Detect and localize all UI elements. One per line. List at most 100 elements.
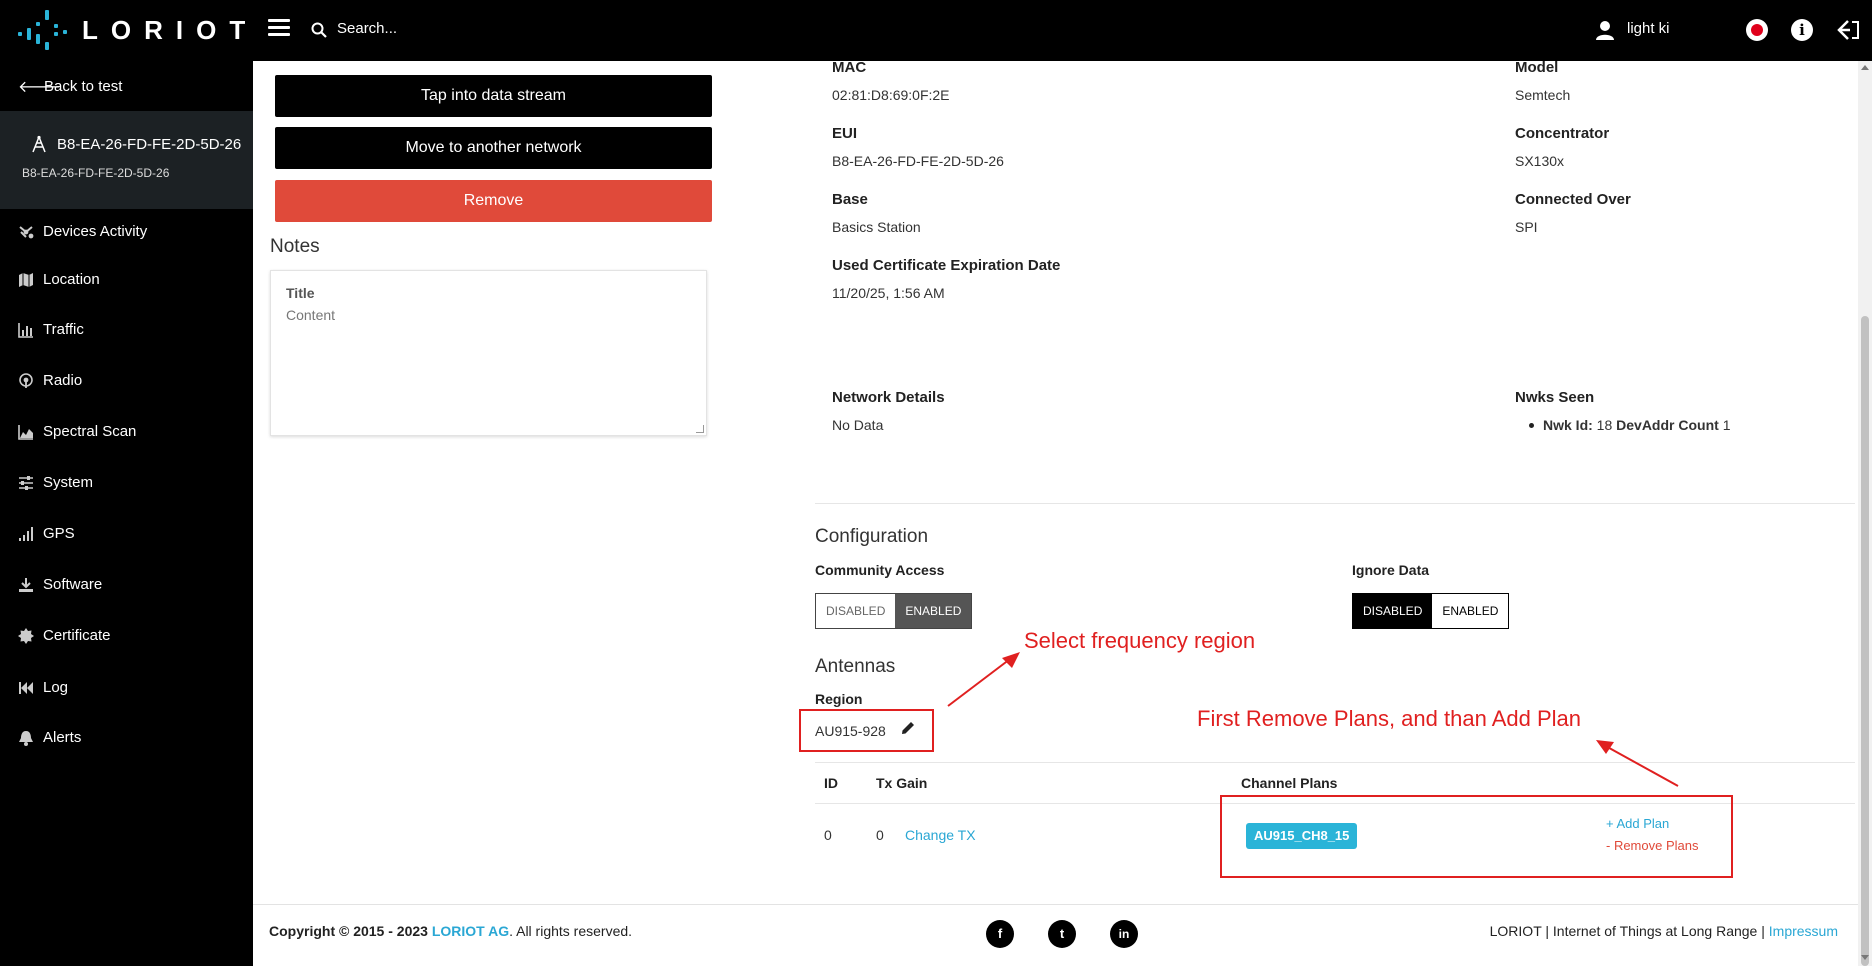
antenna-tx-gain: 0 bbox=[876, 827, 884, 843]
signal-icon bbox=[19, 526, 33, 541]
sidebar: 🡐 Back to test B8-EA-26-FD-FE-2D-5D-26 B… bbox=[0, 61, 253, 966]
remove-button[interactable]: Remove bbox=[275, 180, 712, 222]
logo-text: LORIOT bbox=[82, 14, 259, 45]
bell-icon bbox=[19, 730, 33, 746]
sidebar-item-label: Alerts bbox=[43, 729, 82, 746]
table-top-border bbox=[815, 762, 1855, 763]
configuration-heading: Configuration bbox=[815, 526, 929, 547]
sidebar-item-software[interactable]: Software bbox=[18, 576, 102, 593]
info-icon[interactable]: i bbox=[1791, 19, 1813, 41]
sidebar-item-label: System bbox=[43, 474, 94, 491]
change-tx-link[interactable]: Change TX bbox=[905, 827, 976, 843]
sidebar-item-radio[interactable]: Radio bbox=[18, 372, 82, 389]
mac-value: 02:81:D8:69:0F:2E bbox=[832, 87, 950, 103]
nwk-id-value: 18 bbox=[1596, 417, 1613, 433]
sidebar-item-label: Devices Activity bbox=[43, 223, 148, 240]
community-access-label: Community Access bbox=[815, 562, 945, 578]
scroll-up-icon[interactable] bbox=[1861, 65, 1869, 70]
area-chart-icon bbox=[18, 424, 33, 440]
sidebar-item-label: Location bbox=[43, 271, 100, 288]
concentrator-label: Concentrator bbox=[1515, 125, 1610, 142]
devices-icon bbox=[19, 225, 34, 238]
cert-expiration-value: 11/20/25, 1:56 AM bbox=[832, 285, 945, 301]
antenna-id: 0 bbox=[824, 827, 832, 843]
bullet-icon bbox=[1529, 423, 1534, 428]
tap-data-stream-button[interactable]: Tap into data stream bbox=[275, 75, 712, 117]
gateway-subtitle: B8-EA-26-FD-FE-2D-5D-26 bbox=[22, 166, 170, 180]
base-label: Base bbox=[832, 191, 868, 208]
footer-right: LORIOT | Internet of Things at Long Rang… bbox=[1490, 923, 1838, 939]
column-header-id: ID bbox=[824, 775, 838, 791]
region-annotation-box bbox=[799, 709, 934, 752]
mac-label: MAC bbox=[832, 59, 867, 76]
scrollbar[interactable] bbox=[1858, 61, 1872, 966]
ignore-disabled-option[interactable]: DISABLED bbox=[1353, 594, 1433, 628]
record-icon[interactable] bbox=[1746, 19, 1768, 41]
column-header-channel-plans: Channel Plans bbox=[1241, 775, 1338, 791]
scroll-down-icon[interactable] bbox=[1861, 955, 1869, 960]
gateway-title: B8-EA-26-FD-FE-2D-5D-26 bbox=[30, 135, 241, 153]
copyright-years: Copyright © 2015 - 2023 bbox=[269, 923, 428, 939]
base-value: Basics Station bbox=[832, 219, 921, 235]
impressum-link[interactable]: Impressum bbox=[1769, 923, 1838, 939]
sidebar-item-alerts[interactable]: Alerts bbox=[18, 729, 81, 746]
download-icon bbox=[19, 577, 33, 592]
devaddr-count-value: 1 bbox=[1722, 417, 1731, 433]
plans-annotation-text: First Remove Plans, and than Add Plan bbox=[1197, 706, 1581, 731]
sidebar-item-label: GPS bbox=[43, 525, 75, 542]
scroll-thumb[interactable] bbox=[1861, 316, 1869, 966]
notes-heading: Notes bbox=[270, 236, 320, 257]
loriot-logo[interactable]: LORIOT bbox=[18, 8, 258, 52]
nwk-id-label: Nwk Id: bbox=[1543, 417, 1593, 433]
cert-expiration-label: Used Certificate Expiration Date bbox=[832, 257, 1061, 274]
community-enabled-option[interactable]: ENABLED bbox=[895, 594, 972, 628]
sidebar-item-devices-activity[interactable]: Devices Activity bbox=[18, 223, 147, 240]
sidebar-item-certificate[interactable]: Certificate bbox=[18, 627, 111, 644]
back-label: Back to test bbox=[44, 78, 123, 95]
model-value: Semtech bbox=[1515, 87, 1571, 103]
ignore-data-toggle[interactable]: DISABLED ENABLED bbox=[1352, 593, 1510, 629]
sliders-icon bbox=[19, 475, 33, 490]
notes-editor[interactable]: Title Content bbox=[270, 270, 707, 436]
company-link[interactable]: LORIOT AG bbox=[432, 923, 509, 939]
rights-text: . All rights reserved. bbox=[509, 923, 633, 939]
model-label: Model bbox=[1515, 59, 1559, 76]
back-link[interactable]: 🡐 Back to test bbox=[18, 76, 122, 97]
divider bbox=[815, 503, 1855, 504]
hamburger-menu-icon[interactable] bbox=[268, 19, 290, 37]
sidebar-item-label: Log bbox=[43, 679, 69, 696]
notes-title-field[interactable]: Title bbox=[286, 285, 315, 301]
region-label: Region bbox=[815, 691, 863, 707]
search-icon[interactable] bbox=[311, 22, 327, 38]
notes-content-field[interactable]: Content bbox=[286, 307, 335, 323]
sidebar-item-spectral-scan[interactable]: Spectral Scan bbox=[18, 423, 136, 440]
sidebar-item-system[interactable]: System bbox=[18, 474, 93, 491]
antennas-heading: Antennas bbox=[815, 656, 896, 677]
community-access-toggle[interactable]: DISABLED ENABLED bbox=[815, 593, 973, 629]
logout-icon[interactable] bbox=[1836, 18, 1860, 42]
ignore-enabled-option[interactable]: ENABLED bbox=[1432, 594, 1509, 628]
sidebar-item-log[interactable]: Log bbox=[18, 679, 68, 696]
resize-handle-icon[interactable] bbox=[696, 425, 704, 433]
sidebar-item-label: Radio bbox=[43, 372, 83, 389]
sidebar-item-location[interactable]: Location bbox=[18, 271, 100, 288]
devaddr-count-label: DevAddr Count bbox=[1616, 417, 1719, 433]
sidebar-item-gps[interactable]: GPS bbox=[18, 525, 75, 542]
network-details-label: Network Details bbox=[832, 389, 945, 406]
move-network-button[interactable]: Move to another network bbox=[275, 127, 712, 169]
ignore-data-label: Ignore Data bbox=[1352, 562, 1430, 578]
concentrator-value: SX130x bbox=[1515, 153, 1565, 169]
rewind-icon bbox=[19, 681, 33, 694]
user-icon[interactable] bbox=[1594, 19, 1616, 41]
facebook-icon[interactable]: f bbox=[986, 920, 1014, 948]
sidebar-item-traffic[interactable]: Traffic bbox=[18, 321, 84, 338]
gateway-header: B8-EA-26-FD-FE-2D-5D-26 B8-EA-26-FD-FE-2… bbox=[0, 111, 253, 209]
nwks-seen-label: Nwks Seen bbox=[1515, 389, 1595, 406]
search-input[interactable]: Search... bbox=[337, 20, 397, 37]
user-name[interactable]: light ki bbox=[1627, 20, 1670, 37]
map-icon bbox=[19, 272, 33, 287]
community-disabled-option[interactable]: DISABLED bbox=[816, 594, 896, 628]
sidebar-item-label: Traffic bbox=[43, 321, 84, 338]
twitter-icon[interactable]: t bbox=[1048, 920, 1076, 948]
linkedin-icon[interactable]: in bbox=[1110, 920, 1138, 948]
